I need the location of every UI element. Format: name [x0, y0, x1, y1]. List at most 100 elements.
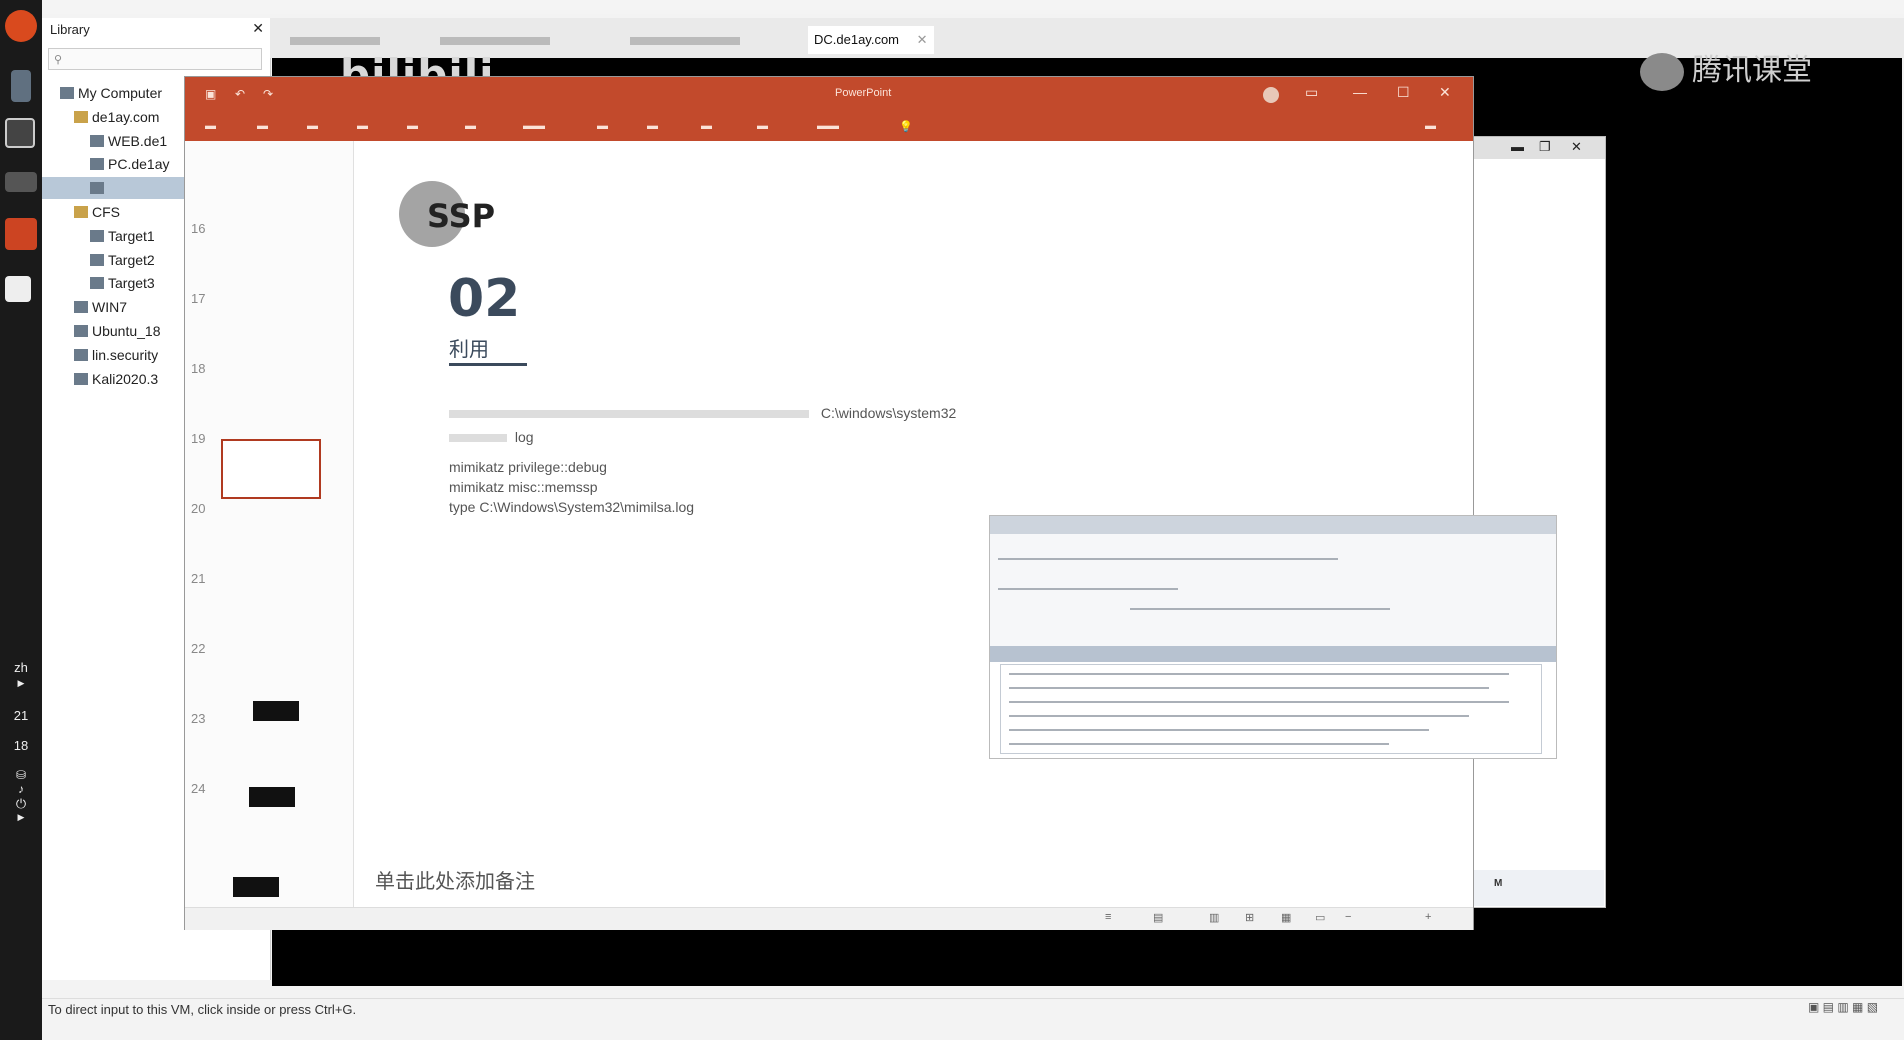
redo-icon[interactable]: ↷: [263, 87, 273, 101]
ribbon-tab[interactable]: ▬: [465, 120, 476, 132]
ribbon-tab[interactable]: ▬: [701, 120, 712, 132]
ribbon-tab[interactable]: ▬: [357, 120, 368, 132]
close-icon[interactable]: ✕: [917, 32, 928, 47]
tree-item[interactable]: PC.de1ay: [90, 153, 169, 175]
ribbon-tab[interactable]: ▬: [257, 120, 268, 132]
vm-tab-dc[interactable]: DC.de1ay.com ✕: [808, 26, 934, 54]
firefox-icon[interactable]: [5, 10, 37, 42]
slide-thumbnails[interactable]: 16 17 18 19 20 21 22 23 24: [185, 141, 354, 907]
tree-item-label: Target1: [108, 227, 155, 244]
embedded-screenshot[interactable]: [989, 515, 1557, 759]
text-editor-icon[interactable]: [5, 276, 31, 302]
tree-item[interactable]: de1ay.com: [74, 106, 159, 128]
files-icon[interactable]: [11, 70, 31, 102]
tree-item[interactable]: WIN7: [74, 296, 127, 318]
network-icon[interactable]: ⛁: [0, 768, 42, 782]
zoom-out-icon[interactable]: −: [1345, 911, 1351, 923]
thumbnail-selected[interactable]: [221, 439, 321, 499]
tree-item[interactable]: Kali2020.3: [74, 368, 158, 390]
tree-item[interactable]: My Computer: [60, 82, 162, 104]
body-directory: C:\windows\system32: [820, 405, 957, 421]
tree-item[interactable]: Target1: [90, 225, 155, 247]
tree-item-label: My Computer: [78, 85, 163, 101]
comments-icon[interactable]: ▤: [1153, 911, 1163, 924]
tree-item[interactable]: Target2: [90, 249, 155, 271]
normal-view-icon[interactable]: ▥: [1209, 911, 1219, 924]
ime-indicator[interactable]: M: [1494, 878, 1502, 889]
vmware-icon[interactable]: [5, 172, 37, 192]
close-icon[interactable]: ✕: [1571, 139, 1582, 155]
vm-status-hint: To direct input to this VM, click inside…: [42, 998, 1904, 1021]
screenshot-line: [1009, 729, 1429, 731]
notes-icon[interactable]: ≡: [1105, 911, 1111, 923]
ribbon-display-icon[interactable]: ▭: [1305, 84, 1318, 101]
screenshot-line: [1009, 687, 1489, 689]
screenshot-notepad: [1000, 664, 1542, 754]
ppt-ribbon-tabs: ▬ ▬ ▬ ▬ ▬ ▬ ▬▬ ▬ ▬ ▬ ▬ ▬▬ 💡 ▬: [185, 113, 1473, 141]
ribbon-tab[interactable]: ▬: [757, 120, 768, 132]
ribbon-tab[interactable]: ▬: [647, 120, 658, 132]
thumbnail-redacted: [249, 787, 295, 807]
slide-canvas[interactable]: SSP 02 利用 C:\windows\system32 log mimika…: [385, 141, 1557, 821]
slide-body-line-1: C:\windows\system32: [449, 405, 1249, 421]
minimize-icon[interactable]: ▬: [1511, 139, 1524, 154]
tree-item-label: PC.de1ay: [108, 156, 170, 173]
screenshot-line: [1009, 701, 1509, 703]
save-icon[interactable]: ▣: [205, 87, 216, 101]
ribbon-tab[interactable]: ▬: [307, 120, 318, 132]
ribbon-tab[interactable]: ▬: [597, 120, 608, 132]
tencent-text: 腾讯课堂: [1692, 53, 1812, 88]
volume-icon[interactable]: ♪: [0, 782, 42, 796]
maximize-icon[interactable]: ☐: [1397, 84, 1410, 101]
tree-item[interactable]: lin.security: [74, 344, 158, 366]
clock-minute: 18: [13, 738, 29, 753]
tencent-logo-icon: [1640, 52, 1684, 91]
close-icon[interactable]: ✕: [252, 20, 264, 37]
powerpoint-window[interactable]: ▣ ↶ ↷ PowerPoint ▭ — ☐ ✕ ▬ ▬ ▬ ▬ ▬ ▬ ▬▬ …: [184, 76, 1557, 930]
thumbnail-number: 21: [191, 571, 206, 586]
minimize-icon[interactable]: —: [1353, 84, 1367, 100]
section-number: 02: [448, 269, 521, 329]
reading-view-icon[interactable]: ▦: [1281, 911, 1291, 924]
vm-icon: [74, 348, 88, 361]
ribbon-tab[interactable]: ▬: [407, 120, 418, 132]
ribbon-tab[interactable]: ▬: [205, 120, 216, 132]
vm-tab-label: DC.de1ay.com: [814, 32, 900, 47]
maximize-icon[interactable]: ❐: [1539, 139, 1551, 155]
chevron-right-icon-2: ▶: [17, 812, 25, 822]
guest-clock: M: [1472, 870, 1604, 906]
screenshot-line: [1009, 743, 1389, 745]
tree-item-label: Ubuntu_18: [92, 323, 161, 339]
terminal-icon[interactable]: [5, 118, 35, 148]
power-icon[interactable]: ⏻: [0, 796, 42, 812]
tree-item-label: lin.security: [92, 346, 159, 363]
share-icon[interactable]: ▬: [1425, 120, 1436, 132]
lightbulb-icon[interactable]: 💡: [899, 120, 913, 133]
tencent-watermark: 腾讯课堂: [1640, 45, 1812, 91]
slide-sorter-icon[interactable]: ⊞: [1245, 911, 1254, 924]
device-icons[interactable]: ▣ ▤ ▥ ▦ ▧: [1808, 1000, 1878, 1014]
ppt-statusbar: ≡ ▤ ▥ ⊞ ▦ ▭ − +: [185, 907, 1473, 930]
thumbnail-redacted: [233, 877, 279, 897]
undo-icon[interactable]: ↶: [235, 87, 245, 101]
search-icon: ⚲: [54, 54, 63, 66]
vm-tab[interactable]: [630, 26, 770, 54]
ribbon-tab[interactable]: ▬▬: [523, 120, 545, 132]
close-icon[interactable]: ✕: [1439, 84, 1451, 101]
zoom-in-icon[interactable]: +: [1425, 911, 1431, 923]
tree-item[interactable]: CFS: [74, 201, 120, 223]
app-red-icon[interactable]: [5, 218, 37, 250]
vm-icon: [90, 229, 104, 242]
vm-icon: [60, 87, 74, 99]
language-indicator[interactable]: zh: [0, 660, 42, 675]
ribbon-tab[interactable]: ▬▬: [817, 120, 839, 132]
library-search-input[interactable]: ⚲: [48, 48, 262, 70]
command-line: type C:\Windows\System32\mimilsa.log: [449, 499, 695, 515]
tree-item[interactable]: Target3: [90, 272, 155, 294]
tree-item[interactable]: WEB.de1: [90, 130, 167, 152]
avatar[interactable]: [1263, 87, 1279, 103]
screenshot-explorer: [990, 534, 1556, 646]
slideshow-icon[interactable]: ▭: [1315, 911, 1325, 924]
tree-item[interactable]: Ubuntu_18: [74, 320, 161, 342]
notes-placeholder[interactable]: 单击此处添加备注: [375, 865, 535, 894]
